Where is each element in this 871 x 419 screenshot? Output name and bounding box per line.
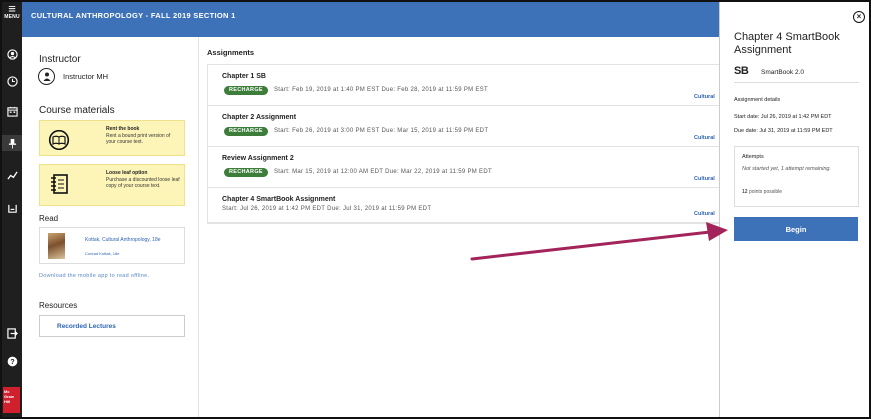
left-nav-rail: ≡ MENU ? Mc Graw Hill <box>2 2 22 417</box>
smartbook-logo-icon: SB <box>734 65 749 77</box>
sign-out-icon[interactable] <box>2 325 22 341</box>
assignment-row[interactable]: Chapter 4 SmartBook Assignment Start: Ju… <box>208 188 719 223</box>
account-icon[interactable] <box>2 46 22 62</box>
assignment-name[interactable]: Review Assignment 2 <box>222 155 294 162</box>
open-book-icon <box>48 128 70 152</box>
pin-icon[interactable] <box>2 135 22 151</box>
rent-book-card[interactable]: Rent the book Rent a bound print version… <box>39 120 185 156</box>
assignment-dates: Start: Feb 19, 2019 at 1:40 PM EST Due: … <box>274 87 488 93</box>
instructor-name: Instructor MH <box>63 72 109 81</box>
recorded-lectures-button[interactable]: Recorded Lectures <box>39 315 185 337</box>
calendar-icon[interactable] <box>2 103 22 119</box>
assignment-details-heading: Assignment details <box>734 97 781 103</box>
assignments-heading: Assignments <box>207 48 255 57</box>
book-title: Kottak, Cultural Anthropology, 18e <box>85 237 161 243</box>
insights-icon[interactable] <box>2 200 22 216</box>
assignment-name[interactable]: Chapter 2 Assignment <box>222 114 296 121</box>
start-date: Start date: Jul 26, 2019 at 1:42 PM EDT <box>734 114 832 120</box>
recharge-badge: RECHARGE <box>224 86 268 95</box>
points-possible: 12 points possible <box>742 189 782 195</box>
instructor-avatar-icon <box>38 68 55 85</box>
smartbook-label: SmartBook 2.0 <box>761 69 804 76</box>
assignment-source-link[interactable]: Cultural <box>694 135 715 141</box>
menu-label: MENU <box>4 14 20 20</box>
resources-heading: Resources <box>39 301 78 310</box>
due-date: Due date: Jul 31, 2019 at 11:59 PM EDT <box>734 128 833 134</box>
help-icon[interactable]: ? <box>2 353 22 369</box>
book-cover-image <box>48 233 65 259</box>
assignment-row[interactable]: Chapter 2 Assignment RECHARGE Start: Feb… <box>208 106 719 147</box>
instructor-heading: Instructor <box>39 54 81 65</box>
course-header: CULTURAL ANTHROPOLOGY - FALL 2019 SECTIO… <box>22 2 719 37</box>
recorded-lectures-label: Recorded Lectures <box>57 323 116 330</box>
assignment-row[interactable]: Chapter 1 SB RECHARGE Start: Feb 19, 201… <box>208 65 719 106</box>
book-author: Conrad Kottak, 18e <box>85 251 120 256</box>
assignment-list: Chapter 1 SB RECHARGE Start: Feb 19, 201… <box>207 64 719 224</box>
assignment-detail-panel: × Chapter 4 SmartBook Assignment SB Smar… <box>719 2 869 417</box>
ebook-card[interactable]: Kottak, Cultural Anthropology, 18e Conra… <box>39 227 185 264</box>
mcgraw-hill-logo: Mc Graw Hill <box>3 387 20 413</box>
loose-leaf-card[interactable]: Loose leaf option Purchase a discounted … <box>39 164 185 206</box>
recharge-badge: RECHARGE <box>224 127 268 136</box>
assignment-name[interactable]: Chapter 1 SB <box>222 73 266 80</box>
rent-book-text: Rent a bound print version of your cours… <box>106 133 171 145</box>
panel-title: Chapter 4 SmartBook Assignment <box>734 31 840 56</box>
clock-icon[interactable] <box>2 73 22 89</box>
course-title: CULTURAL ANTHROPOLOGY - FALL 2019 SECTIO… <box>31 11 236 20</box>
points-value: 12 <box>742 189 748 195</box>
read-heading: Read <box>39 214 59 223</box>
attempts-text: Not started yet, 1 attempt remaining. <box>742 166 831 172</box>
assignment-source-link[interactable]: Cultural <box>694 94 715 100</box>
loose-leaf-text: Purchase a discounted loose leaf copy of… <box>106 177 180 189</box>
assignment-dates: Start: Mar 15, 2019 at 12:00 AM EDT Due:… <box>274 169 492 175</box>
rent-book-title: Rent the book <box>106 126 140 132</box>
svg-text:?: ? <box>10 357 15 366</box>
menu-button[interactable]: ≡ MENU <box>2 1 22 20</box>
attempts-box: Attempts Not started yet, 1 attempt rema… <box>734 146 859 207</box>
assignment-name[interactable]: Chapter 4 SmartBook Assignment <box>222 196 335 203</box>
assignment-dates: Start: Feb 26, 2019 at 3:00 PM EST Due: … <box>274 128 489 134</box>
app-frame: ≡ MENU ? Mc Graw Hill CULTURAL ANTHROPOL… <box>0 0 871 419</box>
progress-icon[interactable] <box>2 167 22 183</box>
points-label: points possible <box>748 189 783 195</box>
recharge-badge: RECHARGE <box>224 168 268 177</box>
course-materials-heading: Course materials <box>39 105 115 116</box>
attempts-heading: Attempts <box>742 154 764 160</box>
assignment-dates: Start: Jul 26, 2019 at 1:42 PM EDT Due: … <box>222 206 432 212</box>
assignment-source-link[interactable]: Cultural <box>694 211 715 217</box>
assignment-source-link[interactable]: Cultural <box>694 176 715 182</box>
begin-button[interactable]: Begin <box>734 217 858 241</box>
hamburger-icon: ≡ <box>8 1 16 16</box>
assignment-row[interactable]: Review Assignment 2 RECHARGE Start: Mar … <box>208 147 719 188</box>
mobile-app-link[interactable]: Download the mobile app to read offline. <box>39 273 185 280</box>
loose-leaf-icon <box>48 172 70 196</box>
close-panel-button[interactable]: × <box>853 11 865 23</box>
smartbook-row: SB SmartBook 2.0 <box>734 65 859 83</box>
loose-leaf-title: Loose leaf option <box>106 170 148 176</box>
